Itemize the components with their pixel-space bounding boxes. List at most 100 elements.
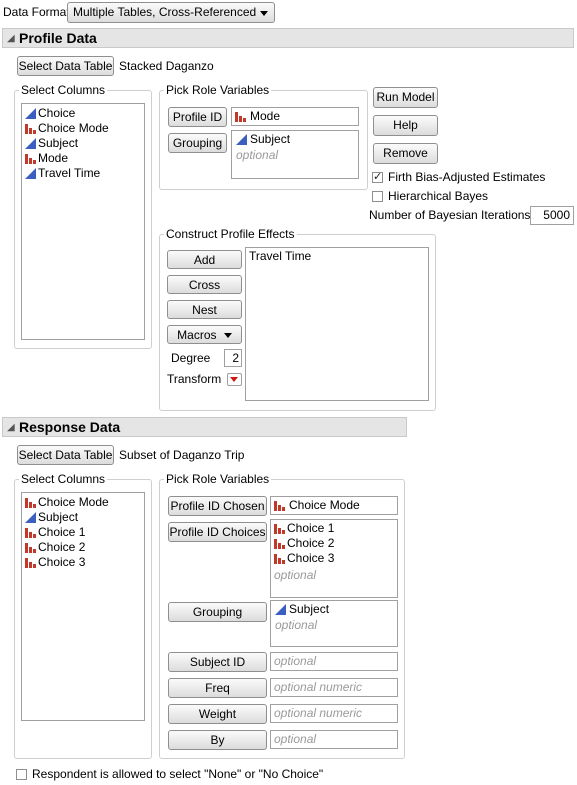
weight-field[interactable]: optional numeric (270, 704, 398, 723)
profile-id-field[interactable]: Mode (231, 107, 359, 126)
continuous-column-icon (25, 168, 36, 179)
degree-label: Degree (171, 351, 211, 365)
column-list-item[interactable]: Choice Mode (22, 121, 144, 136)
subject-id-button[interactable]: Subject ID (168, 652, 267, 672)
column-list-item[interactable]: Choice 2 (22, 540, 144, 555)
profile-id-chosen-button[interactable]: Profile ID Chosen (168, 496, 267, 516)
choice-list-item-label: Choice 1 (287, 521, 335, 535)
profile-table-name: Stacked Daganzo (119, 59, 214, 73)
effects-list[interactable]: Travel Time (245, 247, 429, 401)
response-data-title: Response Data (19, 419, 121, 435)
response-table-name: Subset of Daganzo Trip (119, 448, 245, 462)
column-list-item[interactable]: Choice 1 (22, 525, 144, 540)
help-button[interactable]: Help (373, 115, 438, 136)
nominal-column-icon (25, 153, 36, 164)
run-model-button[interactable]: Run Model (373, 87, 438, 108)
macros-button[interactable]: Macros (167, 325, 242, 344)
profile-data-title: Profile Data (19, 30, 97, 46)
profile-grouping-optional: optional (236, 148, 279, 162)
column-list-item[interactable]: Choice 3 (22, 555, 144, 570)
data-format-value: Multiple Tables, Cross-Referenced (73, 5, 257, 19)
profile-grouping-value: Subject (250, 132, 291, 146)
effect-list-item[interactable]: Travel Time (246, 249, 428, 264)
profile-grouping-button[interactable]: Grouping (168, 133, 227, 153)
collapse-triangle-icon[interactable]: ◢ (7, 422, 15, 433)
cross-button[interactable]: Cross (167, 275, 242, 294)
column-list-item-label: Choice Mode (38, 495, 109, 509)
remove-button[interactable]: Remove (373, 143, 438, 164)
nominal-column-icon (274, 538, 285, 549)
profile-id-choices-field[interactable]: Choice 1 Choice 2 Choice 3 optional (270, 519, 398, 598)
choice-list-item[interactable]: Choice 3 (271, 551, 397, 566)
response-data-header[interactable]: ◢ Response Data (2, 417, 407, 437)
freq-field[interactable]: optional numeric (270, 678, 398, 697)
profile-id-chosen-field[interactable]: Choice Mode (270, 496, 398, 515)
transform-dropdown-icon[interactable] (227, 373, 242, 386)
nominal-column-icon (274, 553, 285, 564)
nominal-column-icon (25, 542, 36, 553)
column-list-item[interactable]: Subject (22, 510, 144, 525)
none-choice-checkbox[interactable] (16, 769, 27, 780)
column-list-item-label: Choice 3 (38, 555, 86, 569)
profile-id-chosen-value: Choice Mode (289, 498, 360, 512)
profile-columns-list[interactable]: Choice Choice Mode Subject Mode Travel Time (21, 103, 145, 340)
response-columns-list[interactable]: Choice Mode Subject Choice 1 Choice 2 Choice… (21, 492, 145, 721)
response-select-data-table-button[interactable]: Select Data Table (17, 445, 114, 465)
response-grouping-optional: optional (275, 618, 318, 632)
column-list-item-label: Choice 2 (38, 540, 86, 554)
column-list-item-label: Choice (38, 106, 76, 120)
add-button[interactable]: Add (167, 250, 242, 269)
degree-input[interactable]: 2 (224, 349, 242, 367)
hierarchical-bayes-checkbox[interactable] (372, 191, 383, 202)
profile-id-button[interactable]: Profile ID (168, 107, 227, 127)
firth-checkbox[interactable] (372, 170, 383, 183)
profile-id-value: Mode (250, 109, 281, 123)
choices-optional: optional (274, 568, 317, 582)
response-grouping-value: Subject (289, 602, 330, 616)
column-list-item-label: Subject (38, 136, 79, 150)
profile-select-data-table-button[interactable]: Select Data Table (17, 56, 114, 76)
response-grouping-field[interactable]: Subject optional (270, 600, 398, 647)
choice-list-item-label: Choice 3 (287, 551, 335, 565)
column-list-item-label: Choice Mode (38, 121, 109, 135)
continuous-column-icon (25, 138, 36, 149)
column-list-item[interactable]: Mode (22, 151, 144, 166)
nominal-column-icon (25, 557, 36, 568)
freq-button[interactable]: Freq (168, 678, 267, 698)
subject-id-field[interactable]: optional (270, 652, 398, 671)
iterations-input[interactable]: 5000 (530, 206, 574, 225)
profile-grouping-field[interactable]: Subject optional (231, 130, 359, 179)
data-format-dropdown[interactable]: Multiple Tables, Cross-Referenced (67, 2, 275, 23)
by-button[interactable]: By (168, 730, 267, 750)
column-list-item[interactable]: Travel Time (22, 166, 144, 181)
continuous-column-icon (236, 134, 247, 145)
profile-id-choices-button[interactable]: Profile ID Choices (168, 522, 267, 542)
none-choice-label: Respondent is allowed to select "None" o… (32, 767, 324, 781)
macros-label: Macros (177, 328, 217, 342)
weight-button[interactable]: Weight (168, 704, 267, 724)
nominal-column-icon (25, 527, 36, 538)
response-select-columns-title: Select Columns (21, 472, 106, 486)
column-list-item[interactable]: Choice (22, 106, 144, 121)
firth-label: Firth Bias-Adjusted Estimates (388, 170, 546, 184)
collapse-triangle-icon[interactable]: ◢ (7, 33, 15, 44)
hierarchical-bayes-label: Hierarchical Bayes (388, 189, 489, 203)
column-list-item[interactable]: Choice Mode (22, 495, 144, 510)
choice-list-item[interactable]: Choice 1 (271, 521, 397, 536)
profile-data-header[interactable]: ◢ Profile Data (2, 28, 574, 48)
chevron-down-icon (223, 333, 232, 339)
continuous-column-icon (275, 604, 286, 615)
column-list-item-label: Choice 1 (38, 525, 86, 539)
profile-pick-role-title: Pick Role Variables (166, 83, 270, 97)
nominal-column-icon (25, 123, 36, 134)
iterations-label: Number of Bayesian Iterations (369, 208, 531, 222)
nest-button[interactable]: Nest (167, 300, 242, 319)
nominal-column-icon (235, 111, 246, 122)
column-list-item[interactable]: Subject (22, 136, 144, 151)
choice-list-item[interactable]: Choice 2 (271, 536, 397, 551)
response-grouping-button[interactable]: Grouping (168, 602, 267, 622)
by-field[interactable]: optional (270, 730, 398, 749)
profile-select-columns-title: Select Columns (21, 83, 106, 97)
nominal-column-icon (274, 523, 285, 534)
response-pick-role-title: Pick Role Variables (166, 472, 270, 486)
